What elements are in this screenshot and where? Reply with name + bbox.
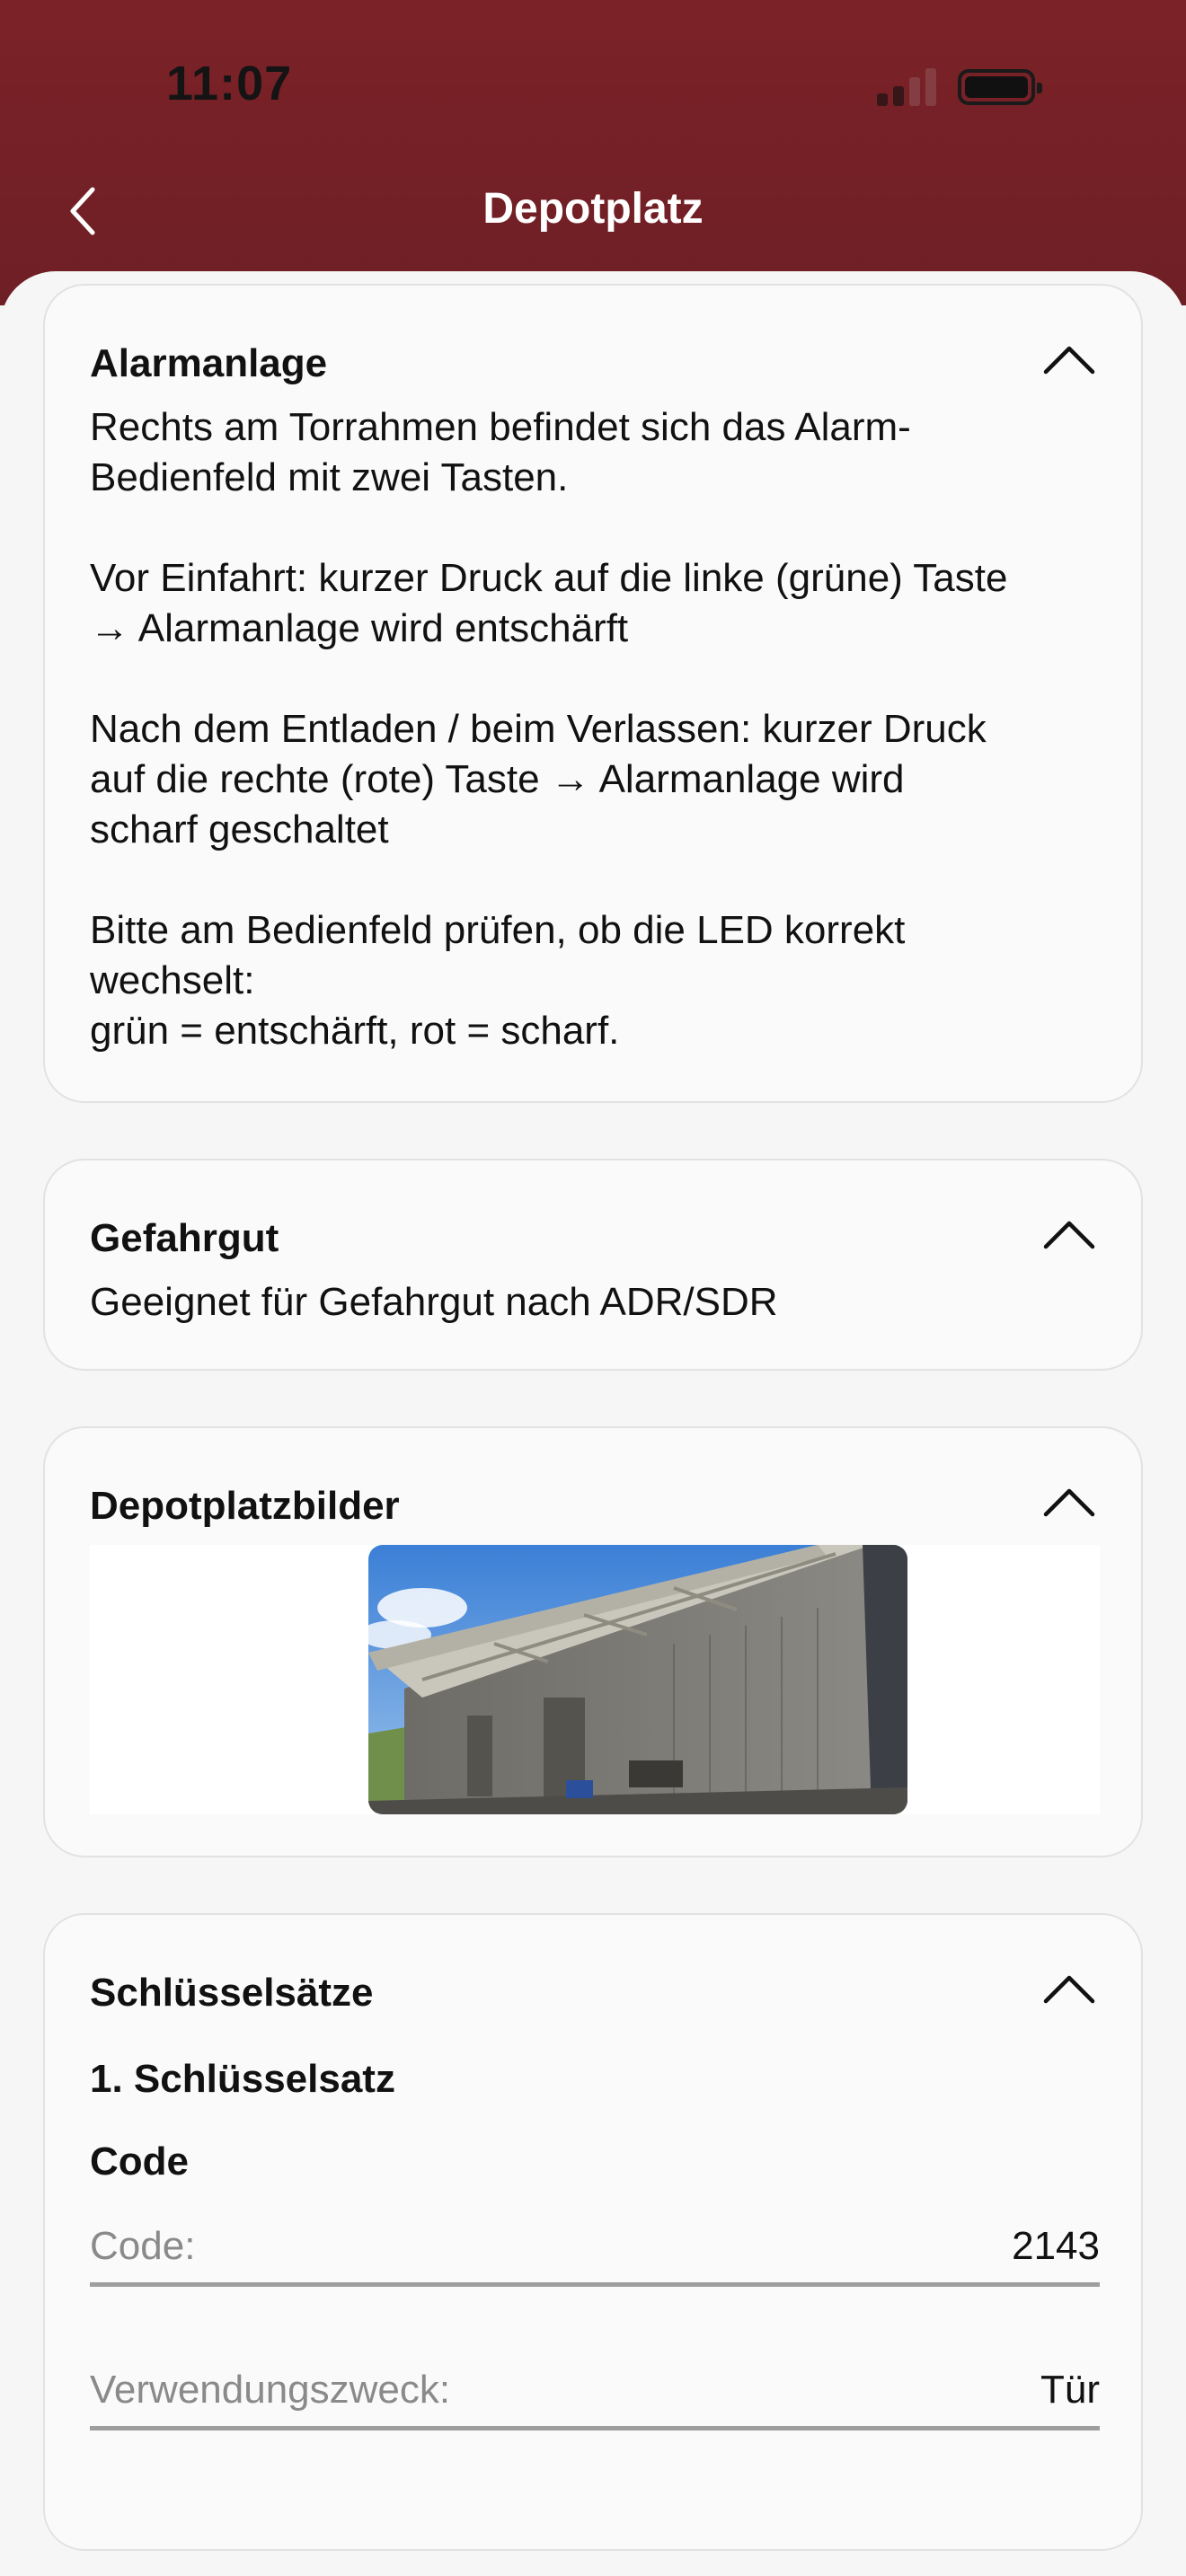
code-field[interactable]: Code: 2143: [90, 2215, 1100, 2287]
alarm-line: Vor Einfahrt: kurzer Druck auf die linke…: [90, 556, 1008, 600]
chevron-up-icon: [1043, 1221, 1095, 1249]
alarm-paragraph-4: Bitte am Bedienfeld prüfen, ob die LED k…: [90, 905, 1100, 1056]
chevron-up-icon: [1043, 1975, 1095, 2004]
app: 11:07 Depotplatz Alarmanlage Rechts am T…: [0, 0, 1186, 2576]
code-value: 2143: [1012, 2224, 1100, 2268]
chevron-up-icon: [1043, 1488, 1095, 1517]
hazmat-card: Gefahrgut Geeignet für Gefahrgut nach AD…: [43, 1159, 1143, 1371]
code-section-title: Code: [90, 2139, 189, 2183]
images-card: Depotplatzbilder: [43, 1426, 1143, 1857]
alarm-line: Bitte am Bedienfeld prüfen, ob die LED k…: [90, 908, 906, 952]
purpose-label: Verwendungszweck:: [90, 2368, 451, 2412]
alarm-line: → Alarmanlage wird entschärft: [90, 606, 629, 650]
hazmat-card-title: Gefahrgut: [90, 1216, 279, 1260]
battery-icon: [958, 69, 1042, 105]
alarm-card: Alarmanlage Rechts am Torrahmen befindet…: [43, 284, 1143, 1103]
chevron-up-icon: [1043, 346, 1095, 375]
collapse-keys-button[interactable]: [1042, 1971, 1096, 2007]
alarm-paragraph-2: Vor Einfahrt: kurzer Druck auf die linke…: [90, 553, 1100, 654]
alarm-line: Bedienfeld mit zwei Tasten.: [90, 455, 569, 499]
images-card-title: Depotplatzbilder: [90, 1484, 400, 1528]
alarm-card-text: Rechts am Torrahmen befindet sich das Al…: [90, 402, 1100, 1056]
purpose-value: Tür: [1040, 2368, 1100, 2412]
key-set-title: 1. Schlüsselsatz: [90, 2057, 395, 2101]
signal-icon: [877, 66, 940, 106]
collapse-alarm-button[interactable]: [1042, 341, 1096, 377]
collapse-hazmat-button[interactable]: [1042, 1216, 1096, 1252]
alarm-line: auf die rechte (rote) Taste → Alarmanlag…: [90, 757, 905, 801]
keys-card: Schlüsselsätze 1. Schlüsselsatz Code Cod…: [43, 1913, 1143, 2551]
header: 11:07 Depotplatz: [0, 0, 1186, 305]
status-time: 11:07: [166, 57, 293, 110]
alarm-paragraph-1: Rechts am Torrahmen befindet sich das Al…: [90, 402, 1100, 503]
alarm-card-title: Alarmanlage: [90, 341, 328, 385]
depot-photo[interactable]: [368, 1545, 907, 1814]
code-label: Code:: [90, 2224, 196, 2268]
content-sheet: Alarmanlage Rechts am Torrahmen befindet…: [0, 271, 1186, 2576]
alarm-line: scharf geschaltet: [90, 807, 389, 851]
alarm-line: wechselt:: [90, 958, 255, 1002]
alarm-line: Rechts am Torrahmen befindet sich das Al…: [90, 405, 911, 449]
keys-card-title: Schlüsselsätze: [90, 1971, 374, 2015]
purpose-field[interactable]: Verwendungszweck: Tür: [90, 2359, 1100, 2430]
collapse-images-button[interactable]: [1042, 1484, 1096, 1520]
alarm-line: grün = entschärft, rot = scharf.: [90, 1009, 620, 1053]
hazmat-card-text: Geeignet für Gefahrgut nach ADR/SDR: [90, 1280, 778, 1324]
page-title: Depotplatz: [482, 185, 704, 233]
alarm-line: Nach dem Entladen / beim Verlassen: kurz…: [90, 707, 987, 751]
depot-photo-illustration: [368, 1545, 907, 1814]
image-gallery: [90, 1545, 1100, 1814]
alarm-paragraph-3: Nach dem Entladen / beim Verlassen: kurz…: [90, 704, 1100, 855]
